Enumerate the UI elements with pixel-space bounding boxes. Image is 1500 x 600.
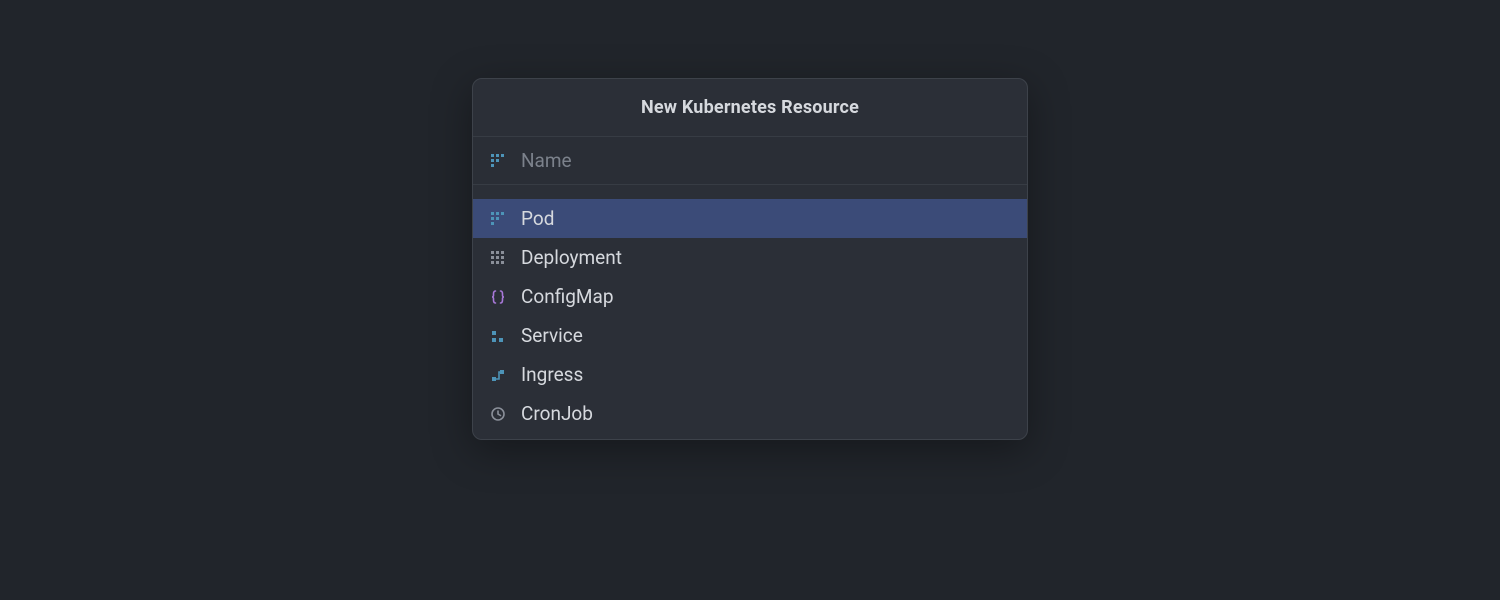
resource-item-pod[interactable]: Pod xyxy=(473,199,1027,238)
resource-label: Service xyxy=(521,326,583,345)
grid-icon xyxy=(489,210,507,228)
ingress-icon xyxy=(489,366,507,384)
dialog-title: New Kubernetes Resource xyxy=(473,97,1027,118)
name-input[interactable] xyxy=(521,149,1011,172)
resource-item-deployment[interactable]: Deployment xyxy=(473,238,1027,277)
dialog-header: New Kubernetes Resource xyxy=(473,79,1027,137)
grid-icon xyxy=(489,152,507,170)
braces-icon xyxy=(489,288,507,306)
resource-label: Deployment xyxy=(521,248,622,267)
grid-gray-icon xyxy=(489,249,507,267)
resource-item-cronjob[interactable]: CronJob xyxy=(473,394,1027,433)
name-input-row xyxy=(473,137,1027,185)
resource-list: Pod Deployment xyxy=(473,185,1027,439)
resource-item-service[interactable]: Service xyxy=(473,316,1027,355)
resource-label: ConfigMap xyxy=(521,287,614,306)
clock-icon xyxy=(489,405,507,423)
resource-label: CronJob xyxy=(521,404,593,423)
resource-item-configmap[interactable]: ConfigMap xyxy=(473,277,1027,316)
service-icon xyxy=(489,327,507,345)
resource-label: Ingress xyxy=(521,365,583,384)
resource-item-ingress[interactable]: Ingress xyxy=(473,355,1027,394)
resource-label: Pod xyxy=(521,209,554,228)
new-kubernetes-resource-dialog: New Kubernetes Resource xyxy=(472,78,1028,440)
